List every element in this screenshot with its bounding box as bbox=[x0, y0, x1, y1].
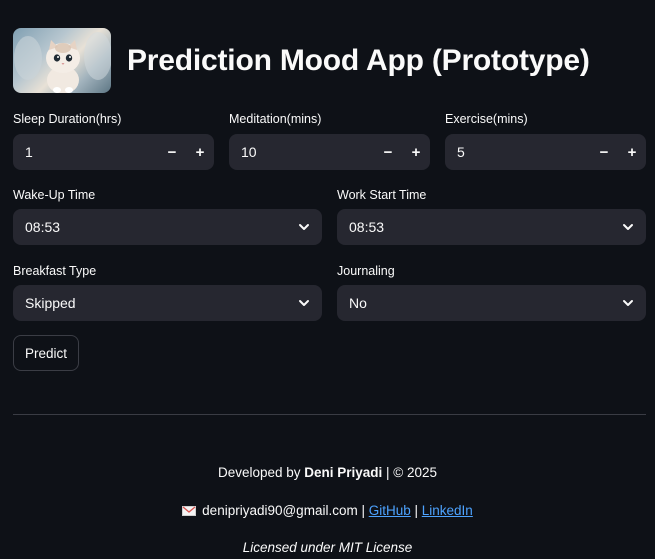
wake-up-time-value: 08:53 bbox=[25, 219, 61, 235]
github-link[interactable]: GitHub bbox=[369, 503, 411, 518]
meditation-increment-button[interactable]: + bbox=[402, 134, 430, 170]
separator: | bbox=[357, 503, 369, 518]
email-text: denipriyadi90@gmail.com bbox=[202, 503, 358, 518]
exercise-input[interactable]: 5 bbox=[445, 144, 590, 160]
meditation-input[interactable]: 10 bbox=[229, 144, 374, 160]
exercise-decrement-button[interactable]: − bbox=[590, 134, 618, 170]
sleep-increment-button[interactable]: + bbox=[186, 134, 214, 170]
journaling-label: Journaling bbox=[337, 264, 395, 278]
sleep-duration-field: 1 − + bbox=[13, 134, 214, 170]
sleep-duration-input[interactable]: 1 bbox=[13, 144, 158, 160]
meditation-decrement-button[interactable]: − bbox=[374, 134, 402, 170]
exercise-field: 5 − + bbox=[445, 134, 646, 170]
meditation-label: Meditation(mins) bbox=[229, 112, 322, 126]
copyright-text: | © 2025 bbox=[382, 465, 438, 480]
journaling-select[interactable]: No bbox=[337, 285, 646, 321]
chevron-down-icon bbox=[299, 300, 309, 306]
envelope-icon bbox=[182, 506, 197, 516]
breakfast-type-select[interactable]: Skipped bbox=[13, 285, 322, 321]
breakfast-type-value: Skipped bbox=[25, 295, 76, 311]
app-header: Prediction Mood App (Prototype) bbox=[13, 28, 590, 93]
chevron-down-icon bbox=[623, 300, 633, 306]
chevron-down-icon bbox=[623, 224, 633, 230]
developed-by-text: Developed by bbox=[217, 465, 305, 480]
meditation-field: 10 − + bbox=[229, 134, 430, 170]
work-start-time-label: Work Start Time bbox=[337, 188, 427, 202]
separator: | bbox=[410, 503, 422, 518]
chevron-down-icon bbox=[299, 224, 309, 230]
journaling-value: No bbox=[349, 295, 367, 311]
footer-divider bbox=[13, 414, 646, 415]
breakfast-type-label: Breakfast Type bbox=[13, 264, 97, 278]
footer-credits: Developed by Deni Priyadi | © 2025 bbox=[0, 465, 655, 480]
linkedin-link[interactable]: LinkedIn bbox=[422, 503, 473, 518]
kitten-logo-image bbox=[13, 28, 111, 93]
work-start-time-value: 08:53 bbox=[349, 219, 385, 235]
wake-up-time-select[interactable]: 08:53 bbox=[13, 209, 322, 245]
developer-name: Deni Priyadi bbox=[304, 465, 383, 480]
work-start-time-select[interactable]: 08:53 bbox=[337, 209, 646, 245]
exercise-label: Exercise(mins) bbox=[445, 112, 528, 126]
predict-button[interactable]: Predict bbox=[13, 335, 79, 371]
page-title: Prediction Mood App (Prototype) bbox=[127, 43, 590, 77]
exercise-increment-button[interactable]: + bbox=[618, 134, 646, 170]
sleep-decrement-button[interactable]: − bbox=[158, 134, 186, 170]
wake-up-time-label: Wake-Up Time bbox=[13, 188, 96, 202]
sleep-duration-label: Sleep Duration(hrs) bbox=[13, 112, 122, 126]
license-text: Licensed under MIT License bbox=[242, 540, 413, 555]
footer-contact: denipriyadi90@gmail.com | GitHub | Linke… bbox=[0, 503, 655, 518]
